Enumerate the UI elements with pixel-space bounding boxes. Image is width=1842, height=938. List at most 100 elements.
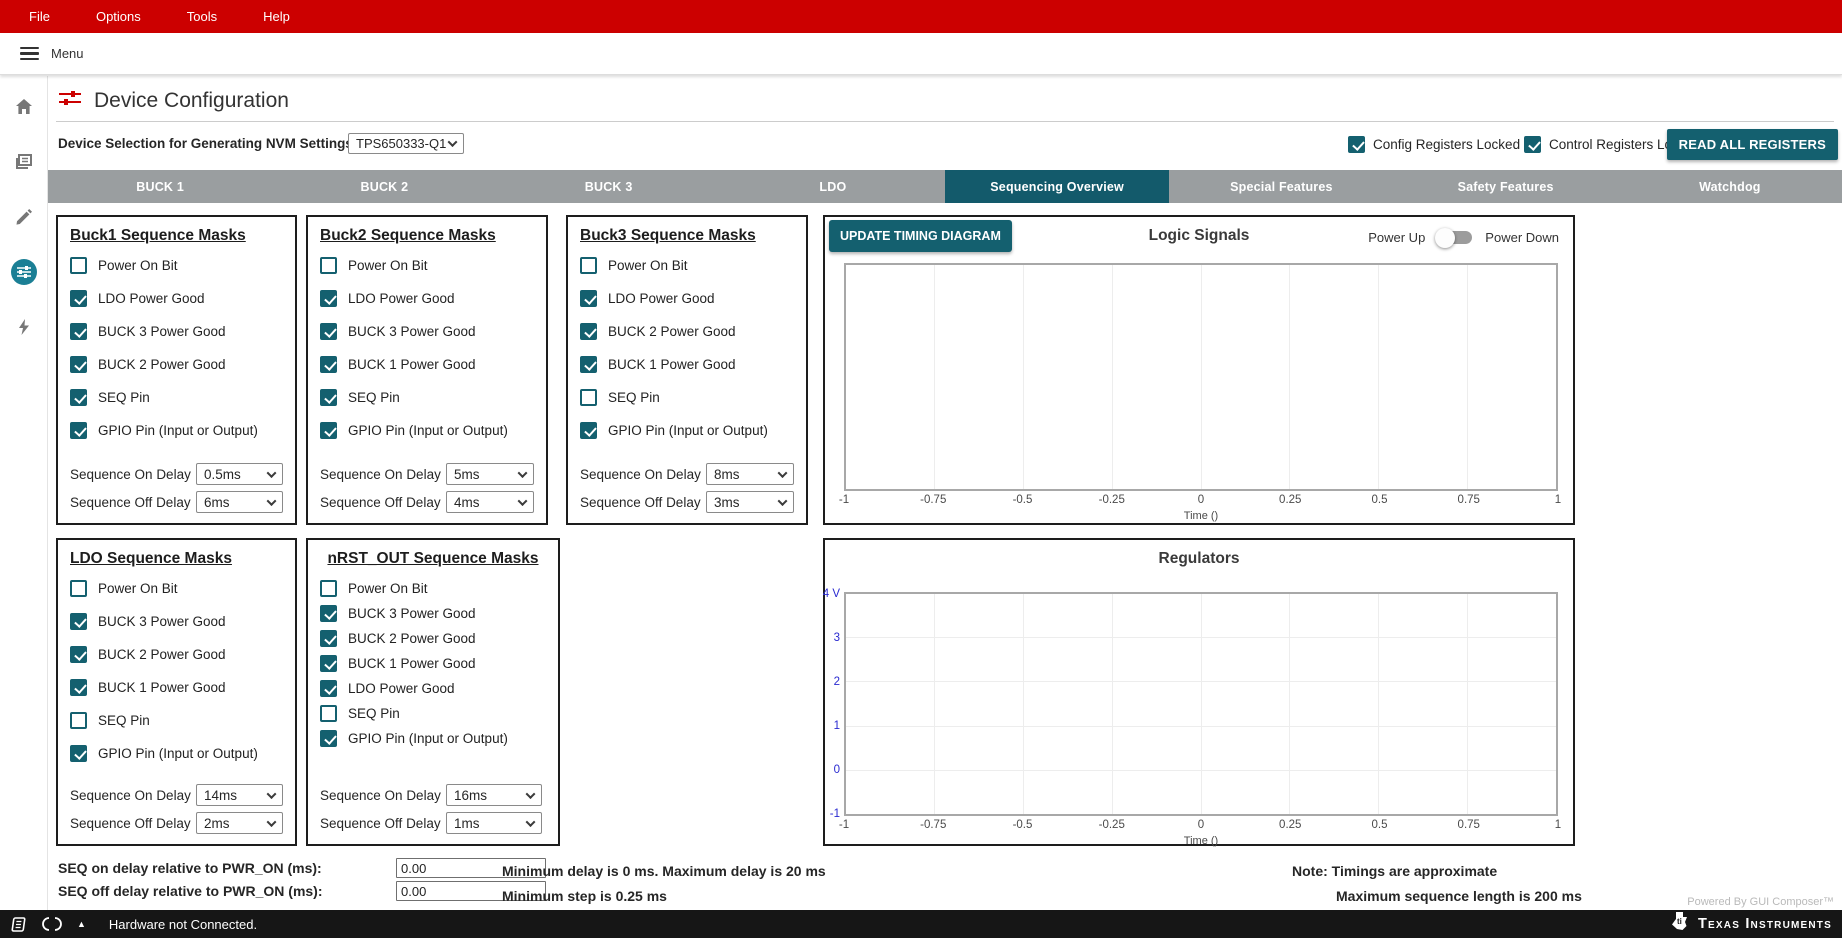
- sequence-on-delay-select[interactable]: 16ms: [446, 784, 542, 806]
- registers-icon[interactable]: [11, 149, 37, 175]
- mask-checkbox-row[interactable]: LDO Power Good: [320, 680, 546, 697]
- mask-checkbox-row[interactable]: Power On Bit: [320, 257, 534, 274]
- checkbox[interactable]: [70, 323, 87, 340]
- mask-checkbox-row[interactable]: BUCK 2 Power Good: [320, 630, 546, 647]
- sequence-on-delay-select[interactable]: 5ms: [446, 463, 534, 485]
- checkbox[interactable]: [580, 389, 597, 406]
- mask-checkbox-row[interactable]: BUCK 1 Power Good: [320, 655, 546, 672]
- mask-checkbox-row[interactable]: GPIO Pin (Input or Output): [580, 422, 794, 439]
- menu-options[interactable]: Options: [73, 0, 164, 33]
- checkbox[interactable]: [70, 389, 87, 406]
- hamburger-icon[interactable]: [20, 44, 39, 64]
- mask-checkbox-row[interactable]: SEQ Pin: [320, 705, 546, 722]
- checkbox[interactable]: [320, 680, 337, 697]
- tab-sequencing-overview[interactable]: Sequencing Overview: [945, 170, 1169, 203]
- read-all-registers-button[interactable]: READ ALL REGISTERS: [1667, 129, 1838, 160]
- mask-checkbox-row[interactable]: BUCK 1 Power Good: [70, 679, 283, 696]
- home-icon[interactable]: [11, 94, 37, 120]
- device-config-icon[interactable]: [11, 259, 37, 285]
- mask-checkbox-row[interactable]: LDO Power Good: [70, 290, 283, 307]
- config-registers-locked-checkbox[interactable]: [1348, 136, 1365, 153]
- mask-checkbox-row[interactable]: BUCK 2 Power Good: [70, 646, 283, 663]
- power-up-down-toggle[interactable]: [1438, 231, 1472, 244]
- mask-checkbox-row[interactable]: SEQ Pin: [70, 389, 283, 406]
- checkbox[interactable]: [70, 712, 87, 729]
- tab-watchdog[interactable]: Watchdog: [1618, 170, 1842, 203]
- mask-checkbox-row[interactable]: Power On Bit: [320, 580, 546, 597]
- checkbox[interactable]: [70, 646, 87, 663]
- tab-safety-features[interactable]: Safety Features: [1394, 170, 1618, 203]
- expand-icon[interactable]: ▲: [77, 920, 86, 929]
- mask-checkbox-row[interactable]: GPIO Pin (Input or Output): [320, 730, 546, 747]
- checkbox[interactable]: [320, 323, 337, 340]
- regulators-panel: Regulators 4 V 3 2 1 0 -1: [823, 538, 1575, 846]
- sequence-off-delay-select[interactable]: 1ms: [446, 812, 542, 834]
- mask-checkbox-row[interactable]: GPIO Pin (Input or Output): [70, 745, 283, 762]
- tab-buck1[interactable]: BUCK 1: [48, 170, 272, 203]
- mask-checkbox-row[interactable]: BUCK 3 Power Good: [320, 605, 546, 622]
- mask-checkbox-row[interactable]: LDO Power Good: [580, 290, 794, 307]
- menu-label[interactable]: Menu: [51, 46, 84, 61]
- tab-buck3[interactable]: BUCK 3: [497, 170, 721, 203]
- checkbox[interactable]: [580, 257, 597, 274]
- control-registers-locked-checkbox[interactable]: [1524, 136, 1541, 153]
- tab-special-features[interactable]: Special Features: [1169, 170, 1393, 203]
- checkbox[interactable]: [320, 655, 337, 672]
- sequence-off-delay-select[interactable]: 3ms: [706, 491, 794, 513]
- checkbox[interactable]: [70, 580, 87, 597]
- connection-icon[interactable]: [40, 916, 64, 932]
- checkbox[interactable]: [580, 356, 597, 373]
- checkbox[interactable]: [580, 323, 597, 340]
- edit-icon[interactable]: [11, 204, 37, 230]
- sequence-off-delay-select[interactable]: 2ms: [196, 812, 283, 834]
- power-icon[interactable]: [11, 314, 37, 340]
- mask-checkbox-row[interactable]: BUCK 3 Power Good: [320, 323, 534, 340]
- mask-checkbox-row[interactable]: BUCK 1 Power Good: [580, 356, 794, 373]
- mask-checkbox-row[interactable]: LDO Power Good: [320, 290, 534, 307]
- checkbox[interactable]: [70, 745, 87, 762]
- checkbox[interactable]: [70, 257, 87, 274]
- tab-buck2[interactable]: BUCK 2: [272, 170, 496, 203]
- checkbox[interactable]: [320, 389, 337, 406]
- checkbox[interactable]: [320, 356, 337, 373]
- checkbox[interactable]: [580, 422, 597, 439]
- checkbox[interactable]: [580, 290, 597, 307]
- checkbox[interactable]: [70, 422, 87, 439]
- sequence-on-delay-select[interactable]: 14ms: [196, 784, 283, 806]
- checkbox[interactable]: [70, 613, 87, 630]
- tab-ldo[interactable]: LDO: [721, 170, 945, 203]
- checkbox[interactable]: [320, 422, 337, 439]
- mask-checkbox-row[interactable]: SEQ Pin: [580, 389, 794, 406]
- checkbox[interactable]: [320, 580, 337, 597]
- checkbox[interactable]: [70, 679, 87, 696]
- mask-checkbox-row[interactable]: BUCK 1 Power Good: [320, 356, 534, 373]
- device-select[interactable]: TPS650333-Q1: [348, 133, 464, 154]
- mask-checkbox-row[interactable]: Power On Bit: [580, 257, 794, 274]
- checkbox[interactable]: [320, 730, 337, 747]
- checkbox[interactable]: [70, 290, 87, 307]
- checkbox[interactable]: [320, 290, 337, 307]
- book-icon[interactable]: [10, 916, 27, 933]
- checkbox[interactable]: [320, 705, 337, 722]
- mask-checkbox-row[interactable]: SEQ Pin: [320, 389, 534, 406]
- menu-tools[interactable]: Tools: [164, 0, 240, 33]
- mask-checkbox-row[interactable]: GPIO Pin (Input or Output): [70, 422, 283, 439]
- mask-checkbox-row[interactable]: SEQ Pin: [70, 712, 283, 729]
- checkbox[interactable]: [320, 257, 337, 274]
- sequence-off-delay-select[interactable]: 6ms: [196, 491, 283, 513]
- mask-checkbox-row[interactable]: GPIO Pin (Input or Output): [320, 422, 534, 439]
- menu-help[interactable]: Help: [240, 0, 313, 33]
- sequence-on-delay-select[interactable]: 0.5ms: [196, 463, 283, 485]
- mask-checkbox-row[interactable]: BUCK 2 Power Good: [580, 323, 794, 340]
- mask-checkbox-row[interactable]: BUCK 2 Power Good: [70, 356, 283, 373]
- sequence-off-delay-select[interactable]: 4ms: [446, 491, 534, 513]
- checkbox[interactable]: [320, 605, 337, 622]
- checkbox[interactable]: [320, 630, 337, 647]
- checkbox[interactable]: [70, 356, 87, 373]
- mask-checkbox-row[interactable]: BUCK 3 Power Good: [70, 323, 283, 340]
- mask-checkbox-row[interactable]: Power On Bit: [70, 257, 283, 274]
- sequence-on-delay-select[interactable]: 8ms: [706, 463, 794, 485]
- menu-file[interactable]: File: [6, 0, 73, 33]
- mask-checkbox-row[interactable]: BUCK 3 Power Good: [70, 613, 283, 630]
- mask-checkbox-row[interactable]: Power On Bit: [70, 580, 283, 597]
